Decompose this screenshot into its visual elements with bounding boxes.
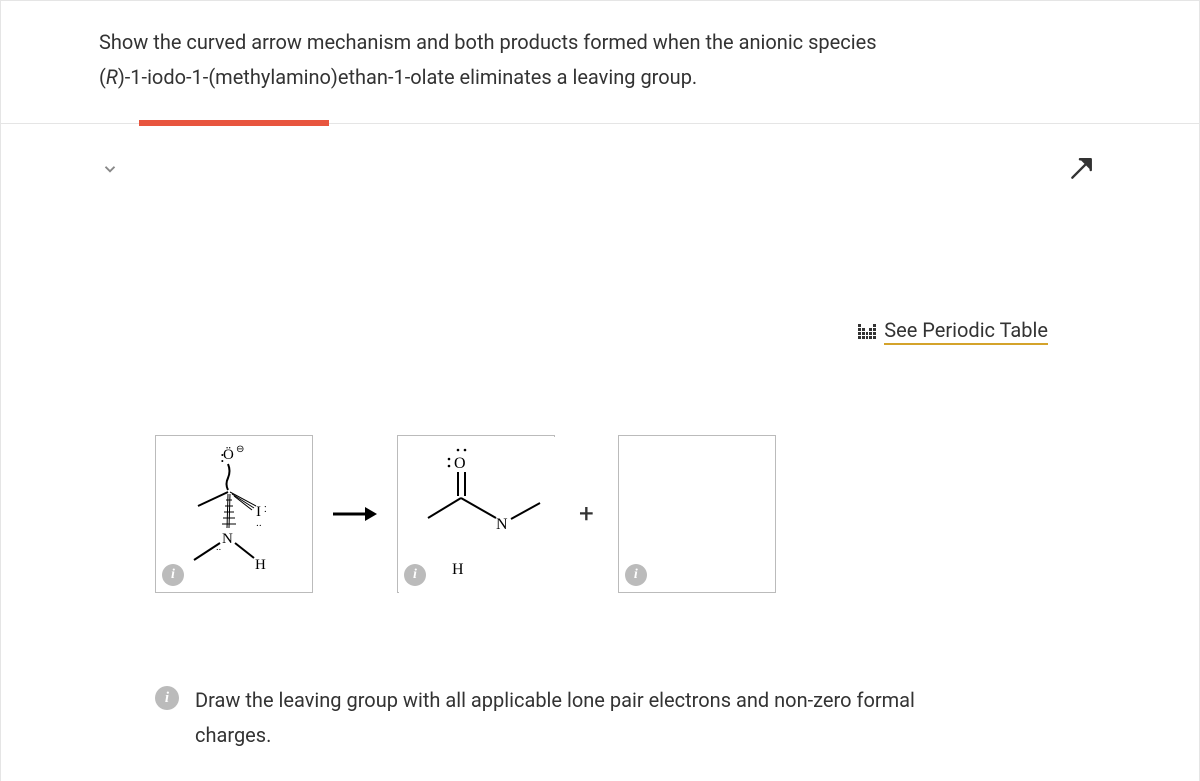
panel-header: Part 1 of 2 — [1, 136, 1199, 182]
structure-product-1[interactable]: . . O : N H — [397, 435, 555, 593]
expand-arrow-icon[interactable] — [1068, 156, 1094, 182]
question-line-2: (R)-1-iodo-1-(methylamino)ethan-1-olate … — [99, 60, 1101, 95]
info-icon: i — [155, 686, 179, 710]
question-line-1: Show the curved arrow mechanism and both… — [99, 25, 1101, 60]
info-icon[interactable]: i — [625, 564, 647, 586]
compound-name: )-1-iodo-1-(methylamino)ethan-1-olate el… — [118, 65, 697, 89]
svg-text:..: .. — [256, 516, 262, 529]
reaction-scheme: : Ö ⊖ I : .. — [155, 435, 776, 593]
info-icon[interactable]: i — [162, 564, 184, 586]
svg-text:H: H — [452, 561, 464, 578]
stereo-config: R — [106, 65, 118, 89]
periodic-table-icon — [858, 324, 876, 340]
svg-text::: : — [264, 502, 267, 515]
svg-text:H: H — [255, 557, 266, 573]
svg-text:⊖: ⊖ — [236, 444, 244, 455]
svg-text:N: N — [496, 516, 508, 533]
paren-open: ( — [99, 65, 106, 89]
svg-text:Ö: Ö — [223, 446, 234, 463]
instruction-text: Draw the leaving group with all applicab… — [195, 683, 975, 753]
info-icon[interactable]: i — [404, 564, 426, 586]
periodic-table-link[interactable]: See Periodic Table — [858, 318, 1048, 345]
structure-answer-box[interactable]: i — [618, 435, 776, 593]
svg-text:N: N — [222, 531, 233, 547]
progress-indicator — [139, 120, 329, 126]
page-container: Show the curved arrow mechanism and both… — [0, 0, 1200, 781]
divider — [1, 123, 1199, 124]
periodic-table-label: See Periodic Table — [884, 318, 1048, 345]
plus-symbol: + — [573, 499, 600, 529]
structure-reactant[interactable]: : Ö ⊖ I : .. — [155, 435, 313, 593]
reaction-arrow-icon — [331, 502, 379, 526]
question-text-block: Show the curved arrow mechanism and both… — [1, 1, 1199, 95]
instruction-block: i Draw the leaving group with all applic… — [155, 683, 975, 753]
part-label: Part 1 of 2 — [133, 157, 226, 181]
chevron-down-icon[interactable] — [101, 160, 119, 178]
svg-text:O: O — [454, 455, 466, 472]
